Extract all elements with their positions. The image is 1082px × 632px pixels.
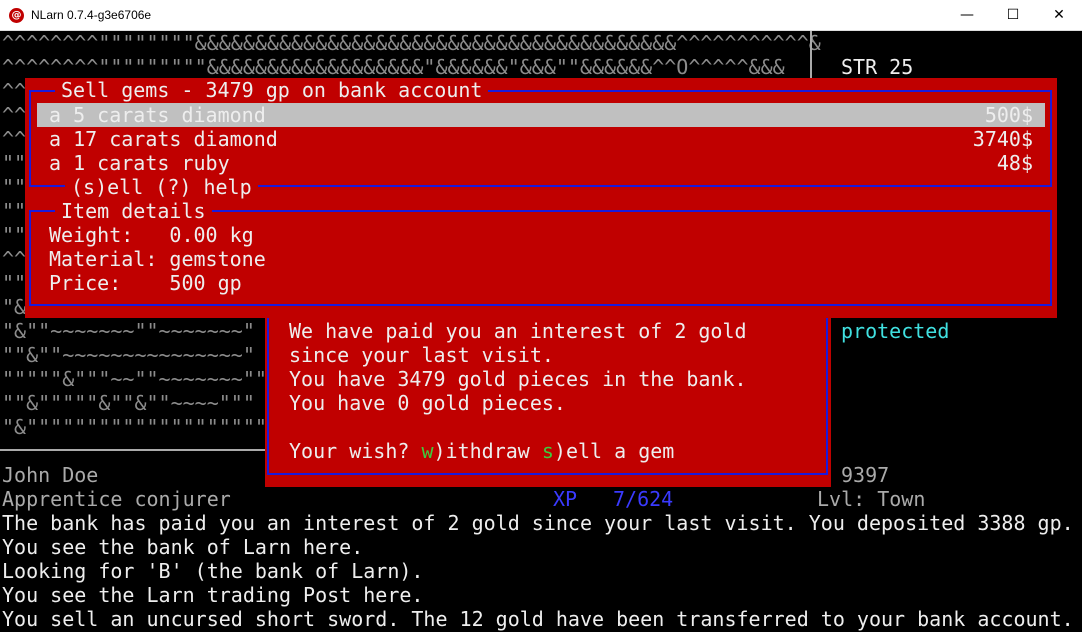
gem-item-price[interactable]: 3740$ xyxy=(973,127,1033,151)
map-row: ""&""~~~~~~~~~~~~~~~" xyxy=(2,343,255,367)
map-row: ^^ xyxy=(2,79,27,103)
map-row: "" xyxy=(2,199,27,223)
player-title: Apprentice conjurer xyxy=(2,487,231,511)
withdraw-option[interactable]: )ithdraw xyxy=(434,439,542,463)
message-line: Looking for 'B' (the bank of Larn). xyxy=(2,559,424,583)
gem-item-price[interactable]: 48$ xyxy=(997,151,1033,175)
gem-item-name[interactable]: a 1 carats ruby xyxy=(49,151,230,175)
map-row: ^^ xyxy=(2,127,27,151)
xp-value: 7/624 xyxy=(613,487,674,511)
message-line: The bank has paid you an interest of 2 g… xyxy=(2,511,1074,535)
prompt-label: Your wish? xyxy=(289,439,422,463)
detail-material: Material: gemstone xyxy=(49,247,266,271)
map-row: "&""~~~~~~~""~~~~~~~" xyxy=(2,319,255,343)
maximize-button[interactable]: ☐ xyxy=(990,0,1036,31)
nlarn-icon: @ xyxy=(9,8,24,23)
message-line: You see the Larn trading Post here. xyxy=(2,583,424,607)
sell-key[interactable]: s xyxy=(542,439,554,463)
map-row: ""&"""""&""&""~~~~""" xyxy=(2,391,255,415)
bank-message: You have 0 gold pieces. xyxy=(289,391,566,415)
gold-amount: 9397 xyxy=(841,463,890,487)
sell-gems-dialog: Sell gems - 3479 gp on bank account a 5 … xyxy=(25,78,1057,318)
gem-item-name[interactable]: a 17 carats diamond xyxy=(49,127,278,151)
map-bottom-border xyxy=(0,449,268,451)
bank-message: since your last visit. xyxy=(289,343,554,367)
map-row: "" xyxy=(2,271,27,295)
map-row: ^^^^^^^^"""""""""&&&&&&&&&&&&&&&&&&"&&&&… xyxy=(2,55,785,79)
sell-dialog-title: Sell gems - 3479 gp on bank account xyxy=(55,78,489,102)
window-title: NLarn 0.7.4-g3e6706e xyxy=(31,8,152,22)
map-row: ^^ xyxy=(2,103,27,127)
map-row: ^^ xyxy=(2,247,27,271)
bank-message: We have paid you an interest of 2 gold xyxy=(289,319,747,343)
sell-option[interactable]: )ell a gem xyxy=(554,439,674,463)
minimize-button[interactable]: — xyxy=(944,0,990,31)
status-protected: protected xyxy=(841,319,950,343)
stat-strength: STR 25 xyxy=(841,55,914,79)
title-bar: @ NLarn 0.7.4-g3e6706e — ☐ ✕ xyxy=(0,0,1082,31)
detail-weight: Weight: 0.00 kg xyxy=(49,223,254,247)
withdraw-key[interactable]: w xyxy=(421,439,433,463)
map-row: "" xyxy=(2,175,27,199)
player-name: John Doe xyxy=(2,463,99,487)
message-line: You see the bank of Larn here. xyxy=(2,535,364,559)
message-line: You sell an uncursed short sword. The 12… xyxy=(2,607,1074,631)
terminal: ^^^^^^^^""""""""&&&&&&&&&&&&&&&&&&&&&&&&… xyxy=(0,31,1082,632)
map-row: "" xyxy=(2,223,27,247)
detail-price: Price: 500 gp xyxy=(49,271,242,295)
bank-dialog: We have paid you an interest of 2 gold s… xyxy=(265,311,831,487)
sell-dialog-help: (s)ell (?) help xyxy=(65,175,258,199)
map-row: "& xyxy=(2,295,27,319)
map-row: "" xyxy=(2,151,27,175)
item-details-title: Item details xyxy=(55,199,212,223)
dungeon-level: Lvl: Town xyxy=(817,487,926,511)
xp-label: XP xyxy=(553,487,578,511)
gem-item-name[interactable]: a 5 carats diamond xyxy=(49,103,266,127)
gem-item-price[interactable]: 500$ xyxy=(985,103,1033,127)
map-row: ^^^^^^^^""""""""&&&&&&&&&&&&&&&&&&&&&&&&… xyxy=(2,31,821,55)
close-button[interactable]: ✕ xyxy=(1036,0,1082,31)
map-row: "&"""""""""""""""""""" xyxy=(2,415,267,439)
bank-message: You have 3479 gold pieces in the bank. xyxy=(289,367,747,391)
map-row: """""&"""~~""~~~~~~~"" xyxy=(2,367,267,391)
bank-prompt: Your wish? w)ithdraw s)ell a gem xyxy=(289,439,674,463)
